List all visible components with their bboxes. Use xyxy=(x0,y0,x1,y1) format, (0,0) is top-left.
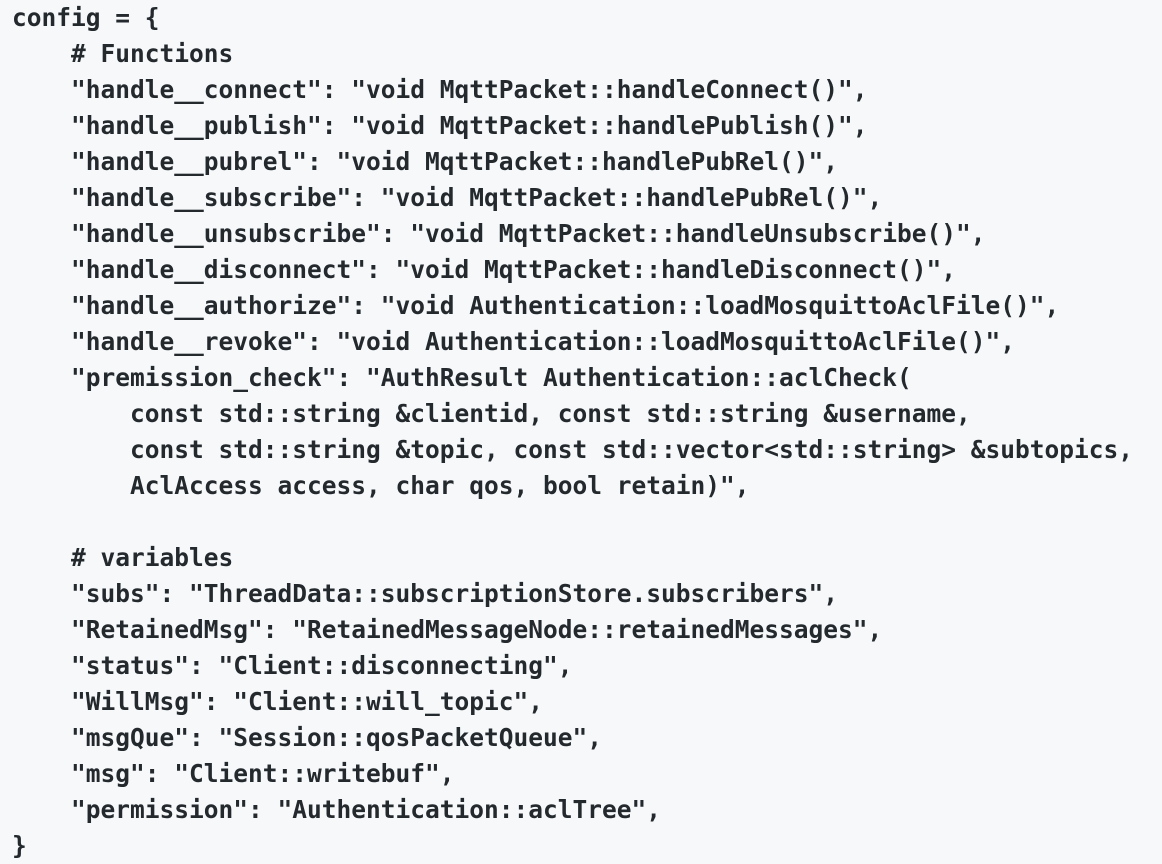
code-line: "handle__unsubscribe": "void MqttPacket:… xyxy=(12,219,986,248)
code-line: config = { xyxy=(12,3,160,32)
code-line: const std::string &clientid, const std::… xyxy=(12,399,971,428)
code-line: "status": "Client::disconnecting", xyxy=(12,651,573,680)
code-line: "RetainedMsg": "RetainedMessageNode::ret… xyxy=(12,615,883,644)
code-line: } xyxy=(12,831,27,860)
code-line: "handle__connect": "void MqttPacket::han… xyxy=(12,75,868,104)
code-line: AclAccess access, char qos, bool retain)… xyxy=(12,471,750,500)
code-line: "premission_check": "AuthResult Authenti… xyxy=(12,363,912,392)
code-line: "handle__revoke": "void Authentication::… xyxy=(12,327,1016,356)
code-line: # variables xyxy=(12,543,234,572)
code-line: "WillMsg": "Client::will_topic", xyxy=(12,687,544,716)
code-line: "permission": "Authentication::aclTree", xyxy=(12,795,662,824)
code-line: "handle__publish": "void MqttPacket::han… xyxy=(12,111,868,140)
code-line: "msg": "Client::writebuf", xyxy=(12,759,455,788)
code-line: const std::string &topic, const std::vec… xyxy=(12,435,1134,464)
code-block: config = { # Functions "handle__connect"… xyxy=(12,0,1133,864)
code-line: "handle__disconnect": "void MqttPacket::… xyxy=(12,255,957,284)
code-line: # Functions xyxy=(12,39,234,68)
code-line: "handle__subscribe": "void MqttPacket::h… xyxy=(12,183,883,212)
code-line: "handle__authorize": "void Authenticatio… xyxy=(12,291,1060,320)
code-line: "subs": "ThreadData::subscriptionStore.s… xyxy=(12,579,839,608)
code-line: "msgQue": "Session::qosPacketQueue", xyxy=(12,723,603,752)
code-line: "handle__pubrel": "void MqttPacket::hand… xyxy=(12,147,839,176)
